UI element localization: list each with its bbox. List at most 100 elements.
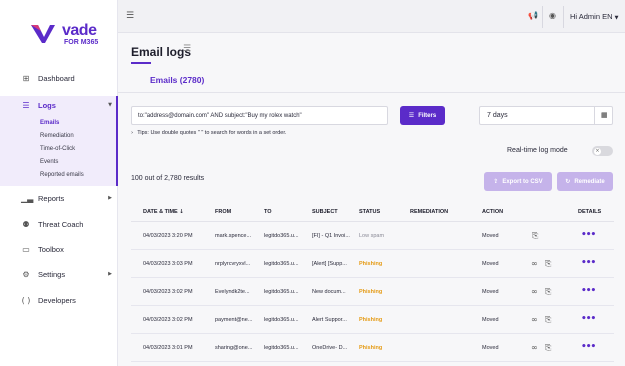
remediate-button[interactable]: ↻ Remediate (557, 172, 613, 191)
tab-divider (118, 92, 625, 93)
filters-button[interactable]: ☰ Filters (400, 106, 445, 125)
remediate-button-label: Remediate (574, 178, 605, 185)
attachment-icon[interactable]: ⎘ (545, 259, 551, 269)
attachment-icon[interactable]: ⎘ (545, 315, 551, 325)
calendar-icon[interactable]: ▦ (601, 111, 608, 119)
sidebar-subitem-remediation[interactable]: Remediation (40, 133, 74, 139)
chevron-right-icon[interactable]: › (131, 130, 133, 136)
settings-dot-icon[interactable]: ◉ (549, 11, 556, 20)
cell-to: legitdo365.u... (264, 345, 299, 351)
chevron-right-icon: ▶ (108, 195, 112, 201)
cell-status: Low spam (359, 233, 385, 239)
realtime-toggle[interactable]: × (592, 146, 613, 156)
logo-wordmark: vade (62, 22, 97, 39)
sidebar-item-developers[interactable]: ( ) Developers (0, 291, 118, 309)
cell-from: mark.spence... (215, 233, 252, 239)
column-header-status: STATUS (359, 209, 381, 215)
tips-text: Tips: Use double quotes " " to search fo… (137, 130, 287, 136)
cell-status: Phishing (359, 289, 383, 295)
sidebar-item-threat-coach[interactable]: ⚉ Threat Coach (0, 215, 118, 233)
list-view-icon[interactable]: ☰ (183, 44, 191, 54)
details-more-icon[interactable]: ••• (581, 286, 596, 296)
search-query-input[interactable]: to:"address@domain.com" AND subject:"Buy… (131, 106, 388, 125)
vade-logo-mark-icon (31, 25, 55, 43)
sidebar-subitem-time-of-click[interactable]: Time-of-Click (40, 146, 75, 152)
cell-action: Moved (482, 317, 499, 323)
sidebar-item-reports[interactable]: ▁▃ Reports ▶ (0, 189, 118, 207)
cell-from: payment@ne... (215, 317, 253, 323)
cell-date: 04/03/2023 3:03 PM (143, 261, 193, 267)
sidebar-subitem-emails[interactable]: Emails (40, 120, 59, 126)
results-count: 100 out of 2,780 results (131, 175, 205, 182)
cell-action: Moved (482, 233, 499, 239)
link-icon[interactable]: ∞ (531, 287, 538, 296)
cell-status: Phishing (359, 317, 383, 323)
attachment-icon[interactable]: ⎘ (532, 231, 538, 241)
column-header-remediation: REMEDIATION (410, 209, 449, 215)
logo-product: FOR M365 (64, 39, 99, 46)
table-row[interactable]: 04/03/2023 3:02 PM payment@ne... legitdo… (131, 306, 614, 334)
column-header-from: FROM (215, 209, 232, 215)
attachment-icon[interactable]: ⎘ (545, 343, 551, 353)
column-header-label: DATE & TIME (143, 209, 178, 215)
cell-date: 04/03/2023 3:02 PM (143, 317, 193, 323)
chevron-down-icon: ▼ (614, 15, 619, 21)
export-button-label: Export to CSV (502, 178, 543, 185)
user-menu[interactable]: Hi Admin EN ▼ (570, 12, 618, 21)
cell-date: 04/03/2023 3:01 PM (143, 345, 193, 351)
details-more-icon[interactable]: ••• (581, 342, 596, 352)
title-underline (131, 62, 151, 64)
table-row[interactable]: 04/03/2023 3:02 PM Evelyndk2te... legitd… (131, 278, 614, 306)
details-more-icon[interactable]: ••• (581, 258, 596, 268)
column-header-date[interactable]: DATE & TIME ↓ (143, 209, 184, 215)
table-row[interactable]: 04/03/2023 3:01 PM sharing@one... legitd… (131, 334, 614, 362)
sidebar-subitem-reported-emails[interactable]: Reported emails (40, 172, 84, 178)
sidebar-item-logs[interactable]: ☰ Logs ▼ (0, 96, 118, 114)
tab-emails[interactable]: Emails (2780) (150, 75, 204, 85)
sort-down-icon: ↓ (179, 209, 184, 215)
sidebar-item-dashboard[interactable]: ⊞ Dashboard (0, 69, 118, 87)
details-more-icon[interactable]: ••• (581, 314, 596, 324)
sidebar-item-label: Threat Coach (38, 219, 84, 229)
sidebar-item-label: Logs (38, 100, 56, 110)
link-icon[interactable]: ∞ (531, 343, 538, 352)
vade-logo: vade FOR M365 (30, 20, 110, 50)
sidebar-item-label: Developers (38, 295, 76, 305)
period-select[interactable]: 7 days ▦ (479, 106, 613, 125)
attachment-icon[interactable]: ⎘ (545, 287, 551, 297)
table-row[interactable]: 04/03/2023 3:20 PM mark.spence... legitd… (131, 222, 614, 250)
chevron-right-icon: ▶ (108, 271, 112, 277)
hamburger-menu-icon[interactable]: ☰ (126, 11, 134, 21)
sidebar-item-label: Dashboard (38, 73, 75, 83)
cell-to: legitdo365.u... (264, 317, 299, 323)
cell-action: Moved (482, 345, 499, 351)
close-icon: × (594, 147, 601, 155)
sidebar-subitem-events[interactable]: Events (40, 159, 58, 165)
megaphone-icon[interactable]: 📢 (528, 11, 538, 20)
search-tips: › Tips: Use double quotes " " to search f… (131, 130, 286, 136)
toolbox-icon: ▭ (22, 244, 30, 254)
export-csv-button[interactable]: ⇪ Export to CSV (484, 172, 552, 191)
details-more-icon[interactable]: ••• (581, 230, 596, 240)
cell-from: sharing@one... (215, 345, 253, 351)
grid-icon: ⊞ (22, 73, 30, 83)
sidebar-item-label: Reports (38, 193, 65, 203)
column-header-action: ACTION (482, 209, 504, 215)
link-icon[interactable]: ∞ (531, 259, 538, 268)
bar-chart-icon: ▁▃ (21, 193, 34, 203)
period-divider (594, 107, 595, 124)
period-value: 7 days (487, 112, 508, 119)
cell-to: legitdo365.u... (264, 261, 299, 267)
coach-icon: ⚉ (22, 219, 30, 229)
column-header-details: DETAILS (578, 209, 602, 215)
realtime-label: Real-time log mode (507, 147, 568, 154)
sidebar-item-settings[interactable]: ⚙ Settings ▶ (0, 265, 118, 283)
filters-button-label: Filters (418, 112, 437, 119)
link-icon[interactable]: ∞ (531, 315, 538, 324)
cell-status: Phishing (359, 345, 383, 351)
cell-from: Evelyndk2te... (215, 289, 250, 295)
table-row[interactable]: 04/03/2023 3:03 PM nrplyrcvryxvl... legi… (131, 250, 614, 278)
sidebar-item-toolbox[interactable]: ▭ Toolbox (0, 240, 118, 258)
refresh-icon: ↻ (565, 178, 571, 185)
cell-subject: OneDrive- D... (312, 345, 348, 351)
